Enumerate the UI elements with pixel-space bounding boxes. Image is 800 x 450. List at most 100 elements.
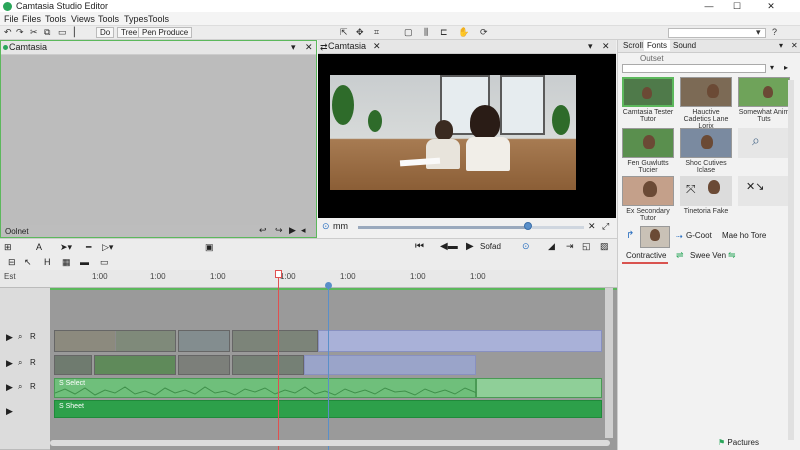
close-window-button[interactable]: ✕ — [758, 0, 784, 12]
rewind-icon[interactable]: ↩ — [259, 225, 267, 236]
media-thumb[interactable]: ⌕ — [738, 128, 790, 158]
video-clip[interactable] — [54, 330, 176, 352]
split-tool-icon[interactable]: ⫼ — [424, 27, 428, 38]
panel-close-icon[interactable]: ✕ — [305, 41, 313, 54]
timeline-ruler[interactable]: Est 1:00 1:00 1:00 1:00 1:00 1:00 1:00 — [0, 270, 617, 288]
media-thumb[interactable] — [622, 176, 674, 206]
menu-views[interactable]: Views — [71, 14, 95, 24]
tool-mask-icon[interactable]: ⊞ — [4, 242, 12, 253]
track2-expand-icon[interactable]: ▶ — [6, 358, 13, 369]
tool-arrow-icon[interactable]: ➤▾ — [60, 242, 72, 253]
produce-button[interactable]: Pen Produce — [138, 27, 193, 38]
preview-close2-icon[interactable]: ✕ — [602, 40, 610, 53]
media-dropdown-icon[interactable]: ▾ — [770, 63, 774, 72]
paste-icon[interactable]: ▭ — [58, 27, 67, 38]
menu-tools-2[interactable]: Tools — [98, 14, 119, 24]
preview-close-icon[interactable]: ✕ — [373, 40, 381, 53]
tool-h-icon[interactable]: H — [44, 257, 51, 267]
more-icon[interactable]: ◂ — [301, 225, 306, 236]
minimize-button[interactable]: — — [696, 0, 722, 12]
media-thumb[interactable] — [622, 77, 674, 107]
split-icon[interactable]: ⎮ — [72, 27, 77, 38]
tool-d-icon[interactable]: ▨ — [600, 241, 609, 252]
marker-handle[interactable] — [325, 282, 332, 289]
redo-icon[interactable]: ↷ — [16, 27, 24, 38]
track2-eye-icon[interactable]: R — [30, 358, 36, 367]
scrubber-track[interactable] — [358, 226, 526, 229]
marker-icon[interactable]: ▢ — [404, 27, 413, 38]
scrubber-handle[interactable] — [524, 222, 532, 230]
volume-icon[interactable]: ⊙ — [522, 241, 530, 252]
search-box[interactable] — [668, 28, 766, 38]
tab-sound[interactable]: Sound — [670, 40, 699, 51]
track2-lock-icon[interactable]: ⌕ — [18, 358, 22, 368]
copy-icon[interactable]: ⧉ — [44, 27, 50, 38]
media-thumb[interactable]: ⤧ — [680, 176, 732, 206]
track1-eye-icon[interactable]: R — [30, 332, 36, 341]
media-thumb[interactable]: ✕↘ — [738, 176, 790, 206]
menu-tools[interactable]: Tools — [45, 14, 66, 24]
undo-icon[interactable]: ↶ — [4, 27, 12, 38]
media-close-icon[interactable]: ✕ — [788, 40, 800, 51]
preview-pin-icon[interactable]: ▾ — [588, 40, 593, 53]
tool-bar-icon[interactable]: ▬ — [80, 257, 89, 267]
track3-eye-icon[interactable]: R — [30, 382, 36, 391]
track4-expand-icon[interactable]: ▶ — [6, 406, 13, 417]
media-filter-icon[interactable]: ▸ — [784, 63, 788, 72]
canvas-area[interactable] — [1, 55, 316, 225]
tool-play-icon[interactable]: ▷▾ — [102, 242, 113, 253]
track3-expand-icon[interactable]: ▶ — [6, 382, 13, 393]
track3-lock-icon[interactable]: ⌕ — [18, 382, 22, 392]
tool-split-icon[interactable]: ▭ — [100, 257, 109, 268]
tool-c-icon[interactable]: ◱ — [582, 241, 591, 252]
tab-scroll[interactable]: Scroll — [620, 40, 646, 51]
menu-types[interactable]: Types — [124, 14, 148, 24]
video-clip[interactable] — [232, 330, 318, 352]
tool-b-icon[interactable]: ⇥ — [566, 241, 574, 252]
media-pin-icon[interactable]: ▾ — [776, 40, 786, 51]
marker-line[interactable] — [328, 284, 329, 450]
media-scrollbar[interactable] — [788, 80, 794, 440]
step-icon[interactable]: ↪ — [275, 225, 283, 236]
fullscreen-icon[interactable]: ⤢ — [602, 221, 609, 232]
menu-tools-3[interactable]: Tools — [148, 14, 169, 24]
fit-icon[interactable]: ✕ — [588, 221, 596, 232]
scrub-start-icon[interactable]: ⊙ — [322, 221, 330, 232]
tab-fonts[interactable]: Fonts — [644, 40, 671, 51]
tool-box-icon[interactable]: ▦ — [62, 257, 71, 268]
media-thumb[interactable] — [622, 128, 674, 158]
video-clip[interactable] — [54, 355, 92, 375]
pan-tool-icon[interactable]: ✥ — [356, 27, 364, 38]
track1-lock-icon[interactable]: ⌕ — [18, 332, 22, 342]
track1-expand-icon[interactable]: ▶ — [6, 332, 13, 343]
prev-frame-icon[interactable]: ⏮ — [415, 241, 424, 252]
audio-clip[interactable]: S Select — [54, 378, 477, 398]
media-search-input[interactable] — [622, 64, 766, 73]
trim-icon[interactable]: ⊏ — [440, 27, 448, 38]
tool-grid-icon[interactable]: ⊟ — [8, 257, 16, 268]
crop-tool-icon[interactable]: ⌗ — [374, 27, 379, 38]
tool-cursor-icon[interactable]: ↖ — [24, 257, 32, 268]
media-row-1[interactable]: ↱ ⇢ G-Coot Mae ho Tore — [622, 226, 794, 250]
maximize-button[interactable]: ☐ — [724, 0, 750, 12]
video-canvas[interactable] — [318, 54, 616, 218]
video-clip[interactable] — [178, 355, 230, 375]
next-frame-icon[interactable]: ▶ — [466, 241, 474, 252]
selected-clip[interactable] — [318, 330, 602, 352]
hand-icon[interactable]: ✋ — [458, 27, 469, 38]
video-clip[interactable] — [94, 355, 176, 375]
media-thumb[interactable] — [680, 128, 732, 158]
tool-screen-icon[interactable]: ▣ — [205, 242, 214, 253]
media-thumb[interactable] — [738, 77, 790, 107]
video-clip[interactable] — [178, 330, 230, 352]
timeline-scrollbar[interactable] — [50, 440, 610, 446]
dropdown-chevron-icon[interactable]: ▾ — [756, 27, 761, 38]
tool-line-icon[interactable]: ━ — [86, 242, 91, 253]
do-button[interactable]: Do — [96, 27, 115, 38]
playhead-handle[interactable] — [275, 270, 282, 278]
play-icon[interactable]: ▶ — [289, 225, 296, 236]
audio-clip-blue[interactable] — [304, 355, 476, 375]
video-clip[interactable] — [232, 355, 304, 375]
cut-icon[interactable]: ✂ — [30, 27, 38, 38]
playhead-line[interactable] — [278, 270, 279, 450]
